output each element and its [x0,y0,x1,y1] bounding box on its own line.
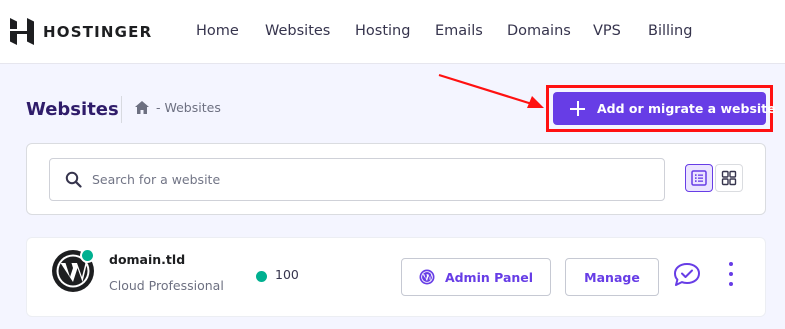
site-status-dot [80,248,95,263]
plus-icon [570,101,585,116]
manage-button[interactable]: Manage [565,258,659,296]
grid-view-icon [721,170,737,186]
nav-emails[interactable]: Emails [435,23,483,39]
nav-websites[interactable]: Websites [265,23,330,39]
hostinger-logo-icon [10,18,34,45]
search-input[interactable] [92,160,652,199]
chat-check-icon[interactable] [672,261,702,289]
admin-panel-button[interactable]: Admin Panel [401,258,551,296]
nav-hosting[interactable]: Hosting [355,23,410,39]
home-icon[interactable] [135,101,149,114]
nav-vps[interactable]: VPS [593,23,621,39]
admin-panel-label: Admin Panel [444,269,534,285]
top-nav: HOSTINGER Home Websites Hosting Emails D… [0,0,785,64]
title-divider [121,96,122,123]
site-plan: Cloud Professional [109,278,224,293]
breadcrumb-current: - Websites [156,100,221,115]
performance-dot [256,271,267,282]
search-icon [65,171,82,188]
manage-label: Manage [584,269,640,285]
site-domain[interactable]: domain.tld [109,252,185,267]
hostinger-logo[interactable]: HOSTINGER [10,18,152,45]
breadcrumb: - Websites [135,100,221,115]
search-box[interactable] [49,158,665,201]
performance-score: 100 [275,267,299,282]
website-row: domain.tld Cloud Professional 100 Admin … [26,237,766,317]
page-title: Websites [26,99,119,120]
nav-billing[interactable]: Billing [648,23,692,39]
annotation-arrow [438,73,544,108]
brand-name: HOSTINGER [43,22,153,41]
nav-home[interactable]: Home [196,23,239,39]
add-website-button[interactable]: Add or migrate a website [553,92,776,125]
grid-view-toggle[interactable] [715,164,743,192]
list-view-icon [691,170,707,186]
nav-domains[interactable]: Domains [507,23,571,39]
list-view-toggle[interactable] [685,164,713,192]
more-options-icon[interactable] [724,260,738,288]
add-website-label: Add or migrate a website [597,101,776,116]
wordpress-icon [419,269,435,285]
search-card [26,143,766,215]
